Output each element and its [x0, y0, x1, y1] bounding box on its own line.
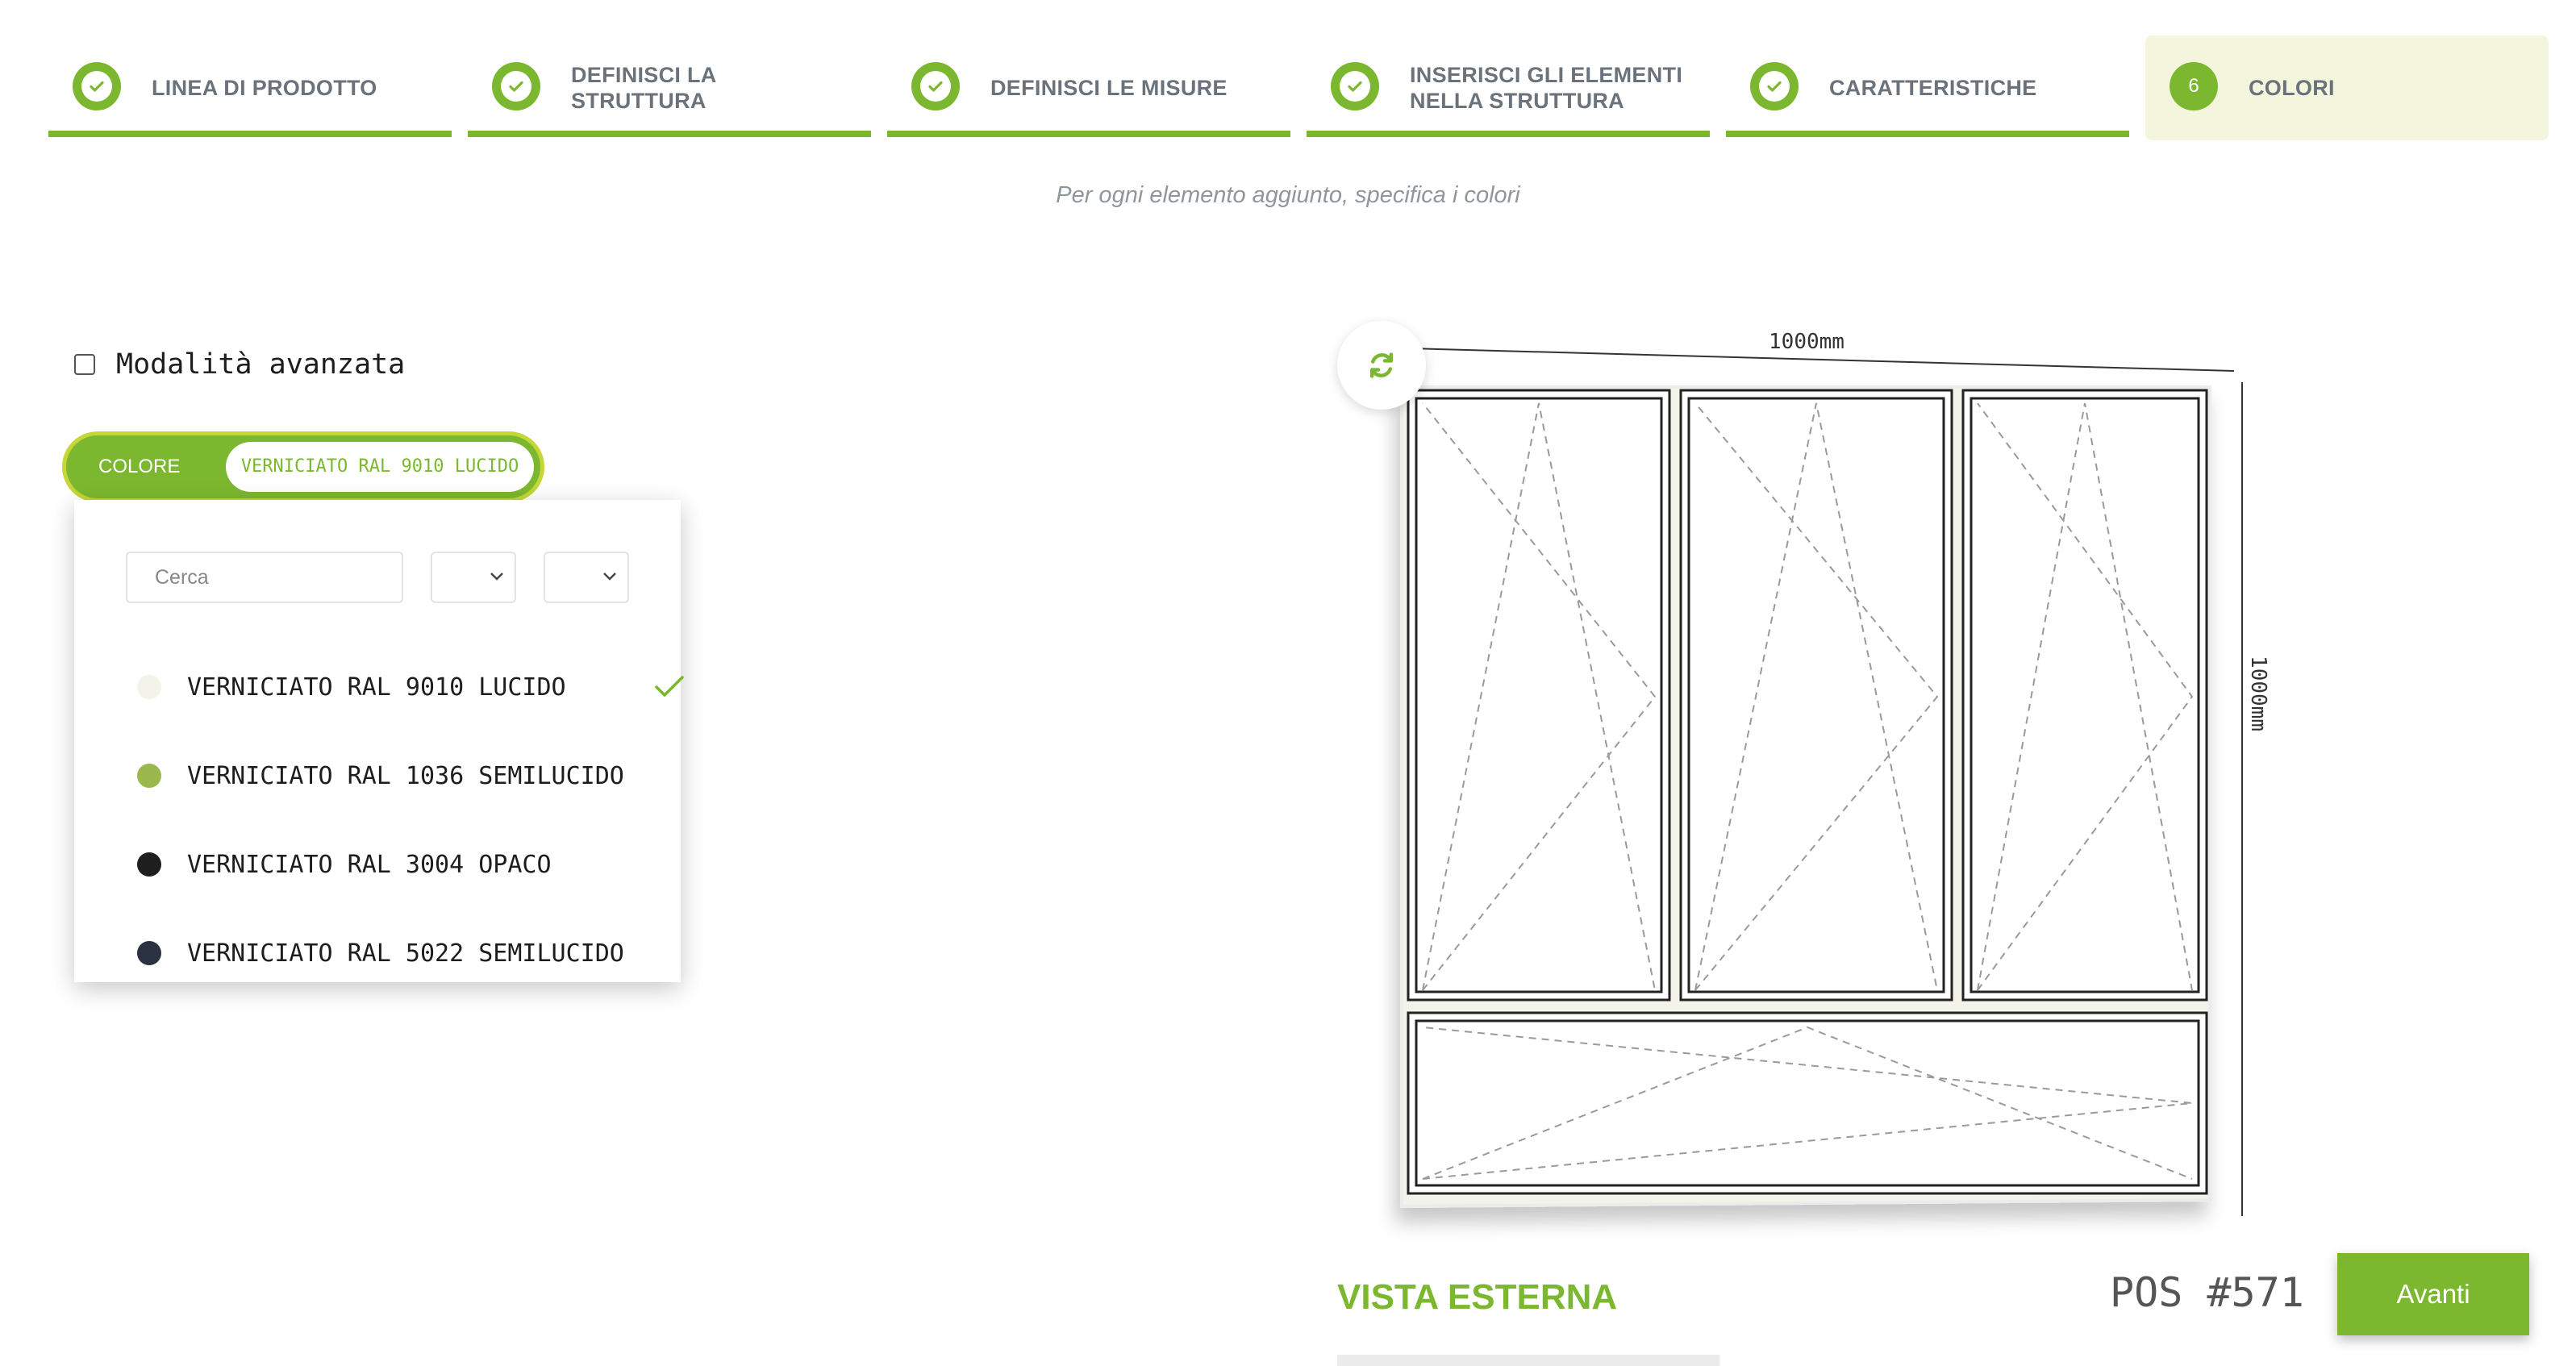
color-option-label: VERNICIATO RAL 5022 SEMILUCIDO — [187, 939, 624, 968]
step-inserisci-elementi[interactable]: INSERISCI GLI ELEMENTI NELLA STRUTTURA — [1307, 35, 1710, 137]
step-linea-di-prodotto[interactable]: LINEA DI PRODOTTO — [48, 35, 452, 137]
window-sash — [1961, 389, 2208, 1002]
window-sash — [1407, 389, 1671, 1002]
check-icon — [911, 62, 960, 110]
color-swatch — [137, 675, 161, 699]
width-dimension-label: 1000mm — [1769, 330, 1844, 354]
window-drawing: 1000mm 1000mm — [1400, 330, 2270, 1216]
step-definisci-misure[interactable]: DEFINISCI LE MISURE — [887, 35, 1290, 137]
refresh-icon — [1369, 352, 1394, 378]
step-label: DEFINISCI LE MISURE — [990, 76, 1228, 100]
color-swatch — [137, 941, 161, 965]
height-dimension-label: 1000mm — [2246, 656, 2270, 731]
check-icon — [73, 62, 121, 110]
step-progress-bar: LINEA DI PRODOTTO DEFINISCI LA STRUTTURA… — [48, 35, 2549, 140]
step-label: DEFINISCI LA STRUTTURA — [571, 63, 717, 113]
step-caratteristiche[interactable]: CARATTERISTICHE — [1726, 35, 2129, 137]
window-sash — [1407, 1011, 2208, 1195]
color-option[interactable]: VERNICIATO RAL 3004 OPACO — [137, 840, 552, 889]
position-label: POS #571 — [2110, 1269, 2304, 1316]
color-selector-value[interactable]: VERNICIATO RAL 9010 LUCIDO — [226, 442, 534, 492]
color-swatch — [137, 764, 161, 788]
filter-select-2[interactable] — [544, 552, 629, 603]
next-button[interactable]: Avanti — [2337, 1253, 2529, 1335]
color-option[interactable]: VERNICIATO RAL 1036 SEMILUCIDO — [137, 752, 624, 800]
color-option-label: VERNICIATO RAL 1036 SEMILUCIDO — [187, 761, 624, 790]
view-title: VISTA ESTERNA — [1337, 1277, 1618, 1317]
page-subtitle: Per ogni elemento aggiunto, specifica i … — [1056, 182, 1520, 208]
check-icon — [655, 676, 684, 697]
color-option-label: VERNICIATO RAL 9010 LUCIDO — [187, 673, 566, 702]
color-option-label: VERNICIATO RAL 3004 OPACO — [187, 850, 552, 879]
color-dropdown: Cerca VERNICIATO RAL 9010 LUCIDO VERNICI… — [74, 500, 684, 982]
rotate-view-button[interactable] — [1337, 321, 1426, 410]
color-swatch — [137, 852, 161, 877]
chevron-down-icon — [490, 573, 503, 581]
step-label: LINEA DI PRODOTTO — [152, 76, 377, 100]
step-colori[interactable]: 6 COLORI — [2145, 35, 2549, 140]
advanced-mode-toggle[interactable]: Modalità avanzata — [74, 348, 405, 381]
step-definisci-struttura[interactable]: DEFINISCI LA STRUTTURA — [468, 35, 871, 137]
step-label: INSERISCI GLI ELEMENTI NELLA STRUTTURA — [1410, 63, 1683, 113]
check-icon — [1750, 62, 1799, 110]
color-option[interactable]: VERNICIATO RAL 9010 LUCIDO — [137, 663, 684, 711]
window-sash — [1679, 389, 1953, 1002]
filter-select-1[interactable] — [431, 552, 516, 603]
color-selector[interactable]: COLORE VERNICIATO RAL 9010 LUCIDO — [66, 435, 540, 498]
chevron-down-icon — [603, 573, 616, 581]
check-icon — [1331, 62, 1379, 110]
advanced-mode-label: Modalità avanzata — [116, 348, 406, 381]
check-icon — [492, 62, 540, 110]
step-label: CARATTERISTICHE — [1829, 76, 2037, 100]
color-selector-label: COLORE — [98, 456, 181, 477]
step-number-badge: 6 — [2170, 62, 2218, 110]
step-label: COLORI — [2249, 76, 2335, 100]
advanced-mode-checkbox[interactable] — [74, 354, 95, 375]
color-option[interactable]: VERNICIATO RAL 5022 SEMILUCIDO — [137, 929, 624, 977]
search-input[interactable]: Cerca — [126, 552, 403, 603]
view-toggle-bar[interactable] — [1337, 1355, 1719, 1366]
